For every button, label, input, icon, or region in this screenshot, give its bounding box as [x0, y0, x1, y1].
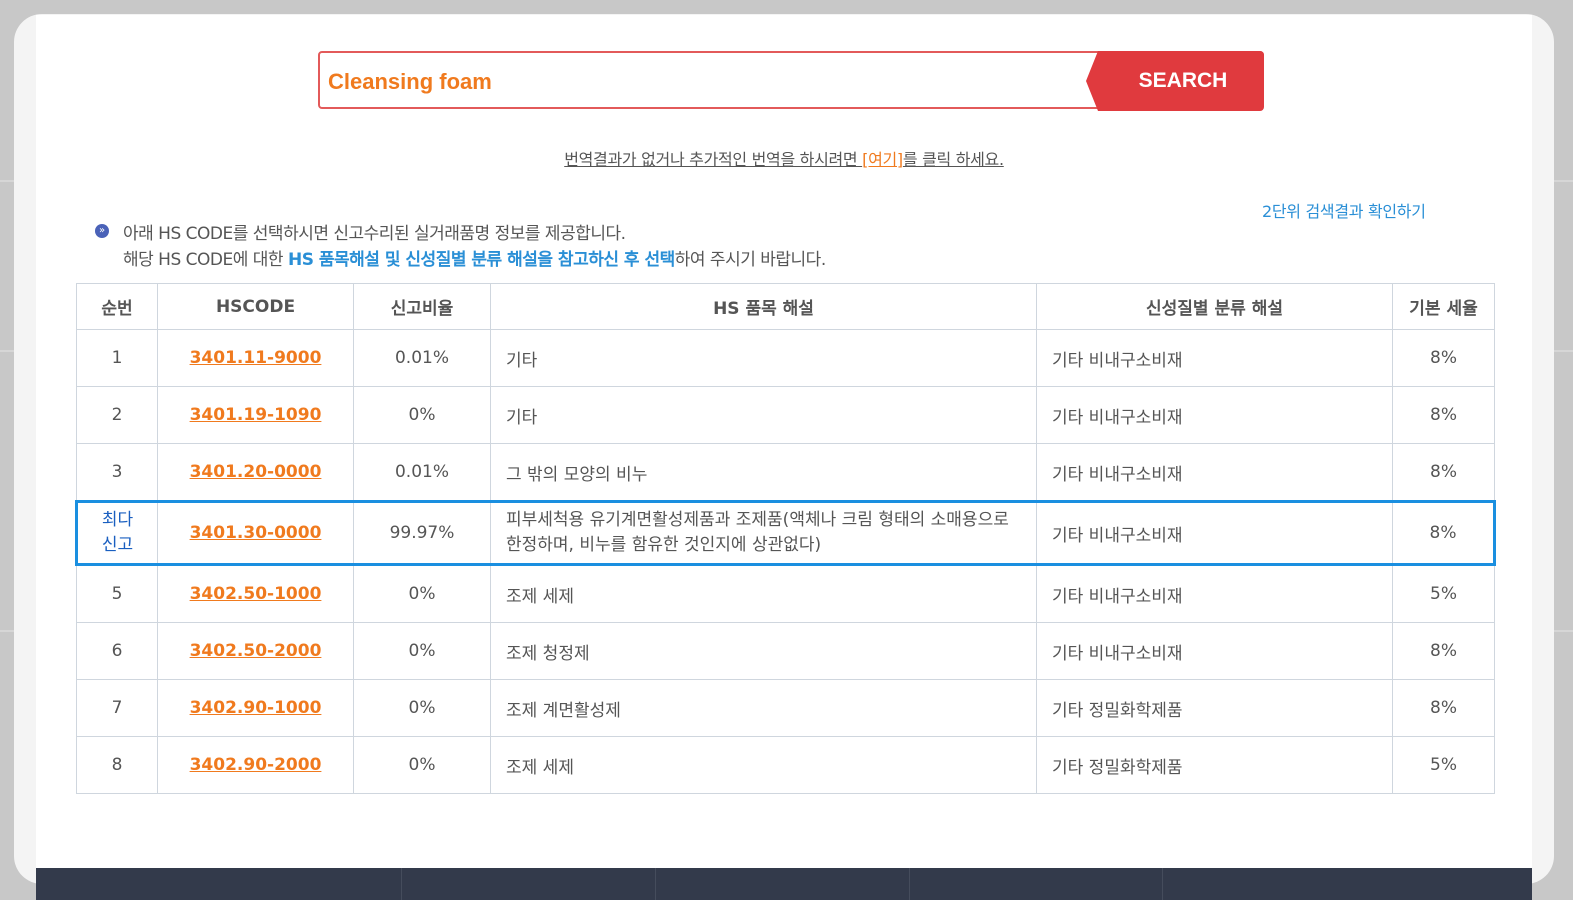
ratio-cell: 0%: [353, 622, 491, 680]
hscode-cell: 3401.11-9000: [157, 329, 354, 387]
search-input[interactable]: [328, 65, 1088, 99]
search-button[interactable]: SEARCH: [1086, 51, 1264, 111]
footer-bar: [36, 868, 1532, 900]
base-rate-cell: 8%: [1392, 679, 1495, 737]
table-row-most-reported: 최다 신고 3401.30-0000 99.97% 피부세척용 유기계면활성제품…: [75, 500, 1496, 566]
hs-code-table: 순번 HSCODE 신고비율 HS 품목 해설 신성질별 분류 해설 기본 세율…: [75, 283, 1496, 794]
hs-description-cell: 조제 세제: [490, 736, 1037, 794]
classification-cell: 기타 비내구소비재: [1036, 500, 1393, 566]
row-number: 1: [76, 329, 158, 387]
base-rate-cell: 5%: [1392, 736, 1495, 794]
info-line-1: 아래 HS CODE를 선택하시면 신고수리된 실거래품명 정보를 제공합니다.: [123, 224, 626, 244]
hs-description-cell: 기타: [490, 386, 1037, 444]
classification-cell: 기타 비내구소비재: [1036, 386, 1393, 444]
table-row: 6 3402.50-2000 0% 조제 청정제 기타 비내구소비재 8%: [76, 622, 1495, 680]
table-header-row: 순번 HSCODE 신고비율 HS 품목 해설 신성질별 분류 해설 기본 세율: [76, 283, 1495, 330]
hs-description-cell: 그 밖의 모양의 비누: [490, 443, 1037, 502]
row-number: 5: [76, 564, 158, 623]
hscode-link[interactable]: 3401.20-0000: [190, 462, 322, 482]
classification-cell: 기타 정밀화학제품: [1036, 736, 1393, 794]
hs-description-cell: 기타: [490, 329, 1037, 387]
base-rate-cell: 5%: [1392, 564, 1495, 623]
base-rate-cell: 8%: [1392, 622, 1495, 680]
hs-description-cell: 피부세척용 유기계면활성제품과 조제품(액체나 크림 형태의 소매용으로 한정하…: [490, 500, 1037, 566]
row-number: 3: [76, 443, 158, 502]
hscode-cell: 3401.19-1090: [157, 386, 354, 444]
header-base-rate: 기본 세율: [1392, 283, 1495, 330]
info-line-2-suffix: 하여 주시기 바랍니다.: [674, 250, 826, 270]
info-line-2: 해당 HS CODE에 대한 HS 품목해설 및 신성질별 분류 해설을 참고하…: [123, 247, 826, 273]
info-line-2-highlight: HS 품목해설 및 신성질별 분류 해설을 참고하신 후 선택: [287, 250, 675, 270]
hs-description-line-2: 한정하며, 비누를 함유한 것인지에 상관없다): [506, 535, 822, 555]
ratio-cell: 0.01%: [353, 329, 491, 387]
classification-cell: 기타 비내구소비재: [1036, 329, 1393, 387]
classification-cell: 기타 비내구소비재: [1036, 622, 1393, 680]
base-rate-cell: 8%: [1392, 329, 1495, 387]
translate-notice: 번역결과가 없거나 추가적인 번역을 하시려면 [여기]를 클릭 하세요.: [36, 146, 1532, 170]
hs-search-modal: SEARCH 번역결과가 없거나 추가적인 번역을 하시려면 [여기]를 클릭 …: [36, 15, 1532, 900]
hscode-link[interactable]: 3401.30-0000: [190, 523, 322, 543]
hscode-cell: 3402.50-1000: [157, 564, 354, 623]
translate-notice-suffix: 를 클릭 하세요.: [902, 150, 1004, 169]
classification-cell: 기타 정밀화학제품: [1036, 679, 1393, 737]
header-no: 순번: [76, 283, 158, 330]
translate-here-link[interactable]: [여기]: [862, 150, 903, 169]
row-number: 2: [76, 386, 158, 444]
info-arrow-icon: »: [95, 224, 109, 238]
table-row: 8 3402.90-2000 0% 조제 세제 기타 정밀화학제품 5%: [76, 736, 1495, 794]
ratio-cell: 0%: [353, 564, 491, 623]
info-notice: 아래 HS CODE를 선택하시면 신고수리된 실거래품명 정보를 제공합니다.…: [123, 221, 826, 273]
row-number: 7: [76, 679, 158, 737]
base-rate-cell: 8%: [1392, 500, 1496, 566]
level2-results-link[interactable]: 2단위 검색결과 확인하기: [1262, 198, 1426, 222]
ratio-cell: 0%: [353, 736, 491, 794]
hscode-link[interactable]: 3402.50-2000: [190, 641, 322, 661]
hscode-link[interactable]: 3402.90-2000: [190, 755, 322, 775]
base-rate-cell: 8%: [1392, 443, 1495, 502]
hscode-link[interactable]: 3402.50-1000: [190, 584, 322, 604]
ratio-cell: 0%: [353, 386, 491, 444]
hscode-link[interactable]: 3402.90-1000: [190, 698, 322, 718]
hscode-cell: 3402.90-2000: [157, 736, 354, 794]
hs-description-line-1: 피부세척용 유기계면활성제품과 조제품(액체나 크림 형태의 소매용으로: [506, 510, 1009, 530]
hs-description-cell: 조제 계면활성제: [490, 679, 1037, 737]
table-row: 5 3402.50-1000 0% 조제 세제 기타 비내구소비재 5%: [76, 564, 1495, 623]
most-reported-label-1: 최다: [101, 510, 134, 530]
classification-cell: 기타 비내구소비재: [1036, 443, 1393, 502]
table-row: 3 3401.20-0000 0.01% 그 밖의 모양의 비누 기타 비내구소…: [76, 443, 1495, 502]
hs-description-cell: 조제 청정제: [490, 622, 1037, 680]
info-line-2-prefix: 해당 HS CODE에 대한: [123, 250, 288, 270]
header-ratio: 신고비율: [353, 283, 491, 330]
hs-description-cell: 조제 세제: [490, 564, 1037, 623]
hscode-cell: 3402.90-1000: [157, 679, 354, 737]
hscode-cell: 3401.30-0000: [157, 500, 354, 566]
row-number: 6: [76, 622, 158, 680]
hscode-cell: 3401.20-0000: [157, 443, 354, 502]
search-bar: SEARCH: [318, 51, 1264, 111]
table-row: 1 3401.11-9000 0.01% 기타 기타 비내구소비재 8%: [76, 329, 1495, 387]
hscode-link[interactable]: 3401.11-9000: [190, 348, 322, 368]
table-row: 2 3401.19-1090 0% 기타 기타 비내구소비재 8%: [76, 386, 1495, 444]
classification-cell: 기타 비내구소비재: [1036, 564, 1393, 623]
ratio-cell: 0%: [353, 679, 491, 737]
table-row: 7 3402.90-1000 0% 조제 계면활성제 기타 정밀화학제품 8%: [76, 679, 1495, 737]
most-reported-badge: 최다 신고: [75, 500, 158, 566]
header-hs-description: HS 품목 해설: [490, 283, 1037, 330]
most-reported-label-2: 신고: [101, 535, 134, 555]
hscode-cell: 3402.50-2000: [157, 622, 354, 680]
base-rate-cell: 8%: [1392, 386, 1495, 444]
header-classification: 신성질별 분류 해설: [1036, 283, 1393, 330]
ratio-cell: 99.97%: [353, 500, 491, 566]
header-hscode: HSCODE: [157, 283, 354, 330]
row-number: 8: [76, 736, 158, 794]
translate-notice-text: 번역결과가 없거나 추가적인 번역을 하시려면: [564, 150, 863, 169]
ratio-cell: 0.01%: [353, 443, 491, 502]
hscode-link[interactable]: 3401.19-1090: [190, 405, 322, 425]
